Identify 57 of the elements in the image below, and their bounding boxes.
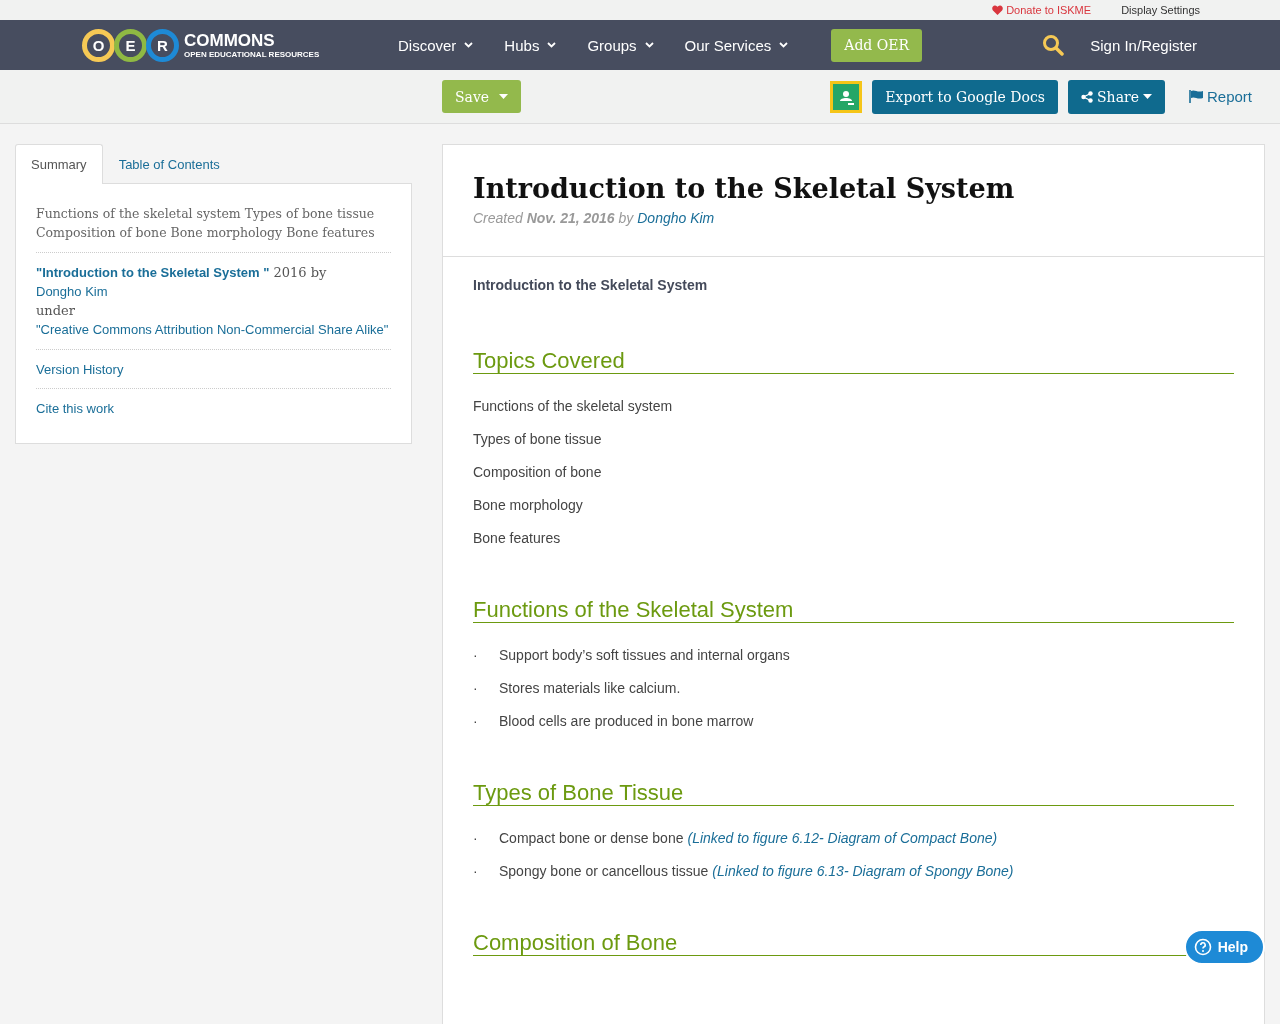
figure-link[interactable]: (Linked to figure 6.13- Diagram of Spongy Bone)	[712, 863, 1014, 879]
figure-link[interactable]: (Linked to figure 6.12- Diagram of Compact Bone)	[687, 830, 998, 846]
heart-icon	[992, 5, 1004, 15]
caret-icon	[1142, 94, 1152, 99]
list-item: Stores materials like calcium.	[499, 680, 681, 696]
tab[interactable]: Summary	[15, 144, 103, 184]
sidebar-link[interactable]: Version History	[36, 362, 124, 377]
caret-icon	[499, 94, 509, 99]
article-title: Introduction to the Skeletal System	[473, 173, 1016, 204]
created-line: Created Nov. 21, 2016 by Dongho Kim	[473, 210, 716, 226]
chevron-icon	[779, 42, 789, 48]
list-item: Blood cells are produced in bone marrow	[499, 713, 754, 729]
chevron-icon	[547, 42, 557, 48]
list-item: Types of bone tissue	[473, 431, 602, 447]
bullet-mark: ·	[473, 863, 479, 879]
list-item: Bone features	[473, 530, 561, 546]
logo[interactable]: O E R COMMONS OPEN EDUCATIONAL RESOURCES	[82, 28, 398, 62]
export-button[interactable]: Export to Google Docs	[872, 79, 1059, 114]
sidebar-link[interactable]: Cite this work	[36, 401, 115, 416]
bullet-mark: ·	[473, 713, 479, 729]
list-item: Compact bone or dense bone	[499, 830, 684, 846]
tab[interactable]: Table of Contents	[102, 144, 236, 184]
bullet-mark: ·	[473, 830, 479, 846]
author-link[interactable]: Dongho Kim	[637, 210, 715, 226]
flag-icon	[1188, 90, 1203, 103]
report-link[interactable]: Report	[1188, 88, 1252, 105]
list-item: Spongy bone or cancellous tissue	[499, 863, 709, 879]
section-heading: Functions of the Skeletal System	[473, 598, 1234, 623]
chevron-icon	[644, 42, 654, 48]
nav-menu-item[interactable]: Our Services	[684, 36, 789, 54]
author-link[interactable]: Dongho Kim	[36, 284, 108, 299]
license-link[interactable]: "Creative Commons Attribution Non-Commercial Share Alike"	[36, 320, 391, 339]
summary-text: Functions of the skeletal system Types of bone tissue Composition of bone Bone morphology Bone features	[36, 205, 376, 242]
list-item: Bone morphology	[473, 497, 583, 513]
classroom-button[interactable]	[830, 80, 863, 113]
help-button[interactable]: Help	[1183, 929, 1265, 965]
chevron-icon	[464, 42, 474, 48]
display-settings-link[interactable]: Display Settings	[1121, 4, 1200, 16]
nav-menu-item[interactable]: Hubs	[504, 36, 557, 54]
list-item: Composition of bone	[473, 464, 602, 480]
list-item: Support body’s soft tissues and internal organs	[499, 647, 790, 663]
bullet-mark: ·	[473, 647, 479, 663]
intro-text: Introduction to the Skeletal System	[473, 277, 709, 293]
section-heading: Topics Covered	[473, 349, 1234, 374]
bullet-mark: ·	[473, 680, 479, 696]
help-icon	[1193, 938, 1212, 956]
share-icon	[1081, 90, 1094, 103]
nav-menu-item[interactable]: Discover	[398, 36, 474, 54]
attribution-text: "Introduction to the Skeletal System " 2016 by Dongho Kim under "Creative Commons Attribution Non-Commercial Share Alike"	[36, 264, 391, 339]
list-item: Functions of the skeletal system	[473, 398, 673, 414]
sign-in-link[interactable]: Sign In/Register	[1090, 36, 1197, 54]
nav-menu-item[interactable]: Groups	[587, 36, 654, 54]
title-link[interactable]: "Introduction to the Skeletal System "	[36, 265, 270, 280]
share-button[interactable]: Share	[1068, 79, 1165, 114]
donate-link[interactable]: Donate to ISKME	[992, 4, 1092, 16]
search-icon[interactable]	[1042, 34, 1065, 56]
section-heading: Types of Bone Tissue	[473, 781, 1234, 806]
